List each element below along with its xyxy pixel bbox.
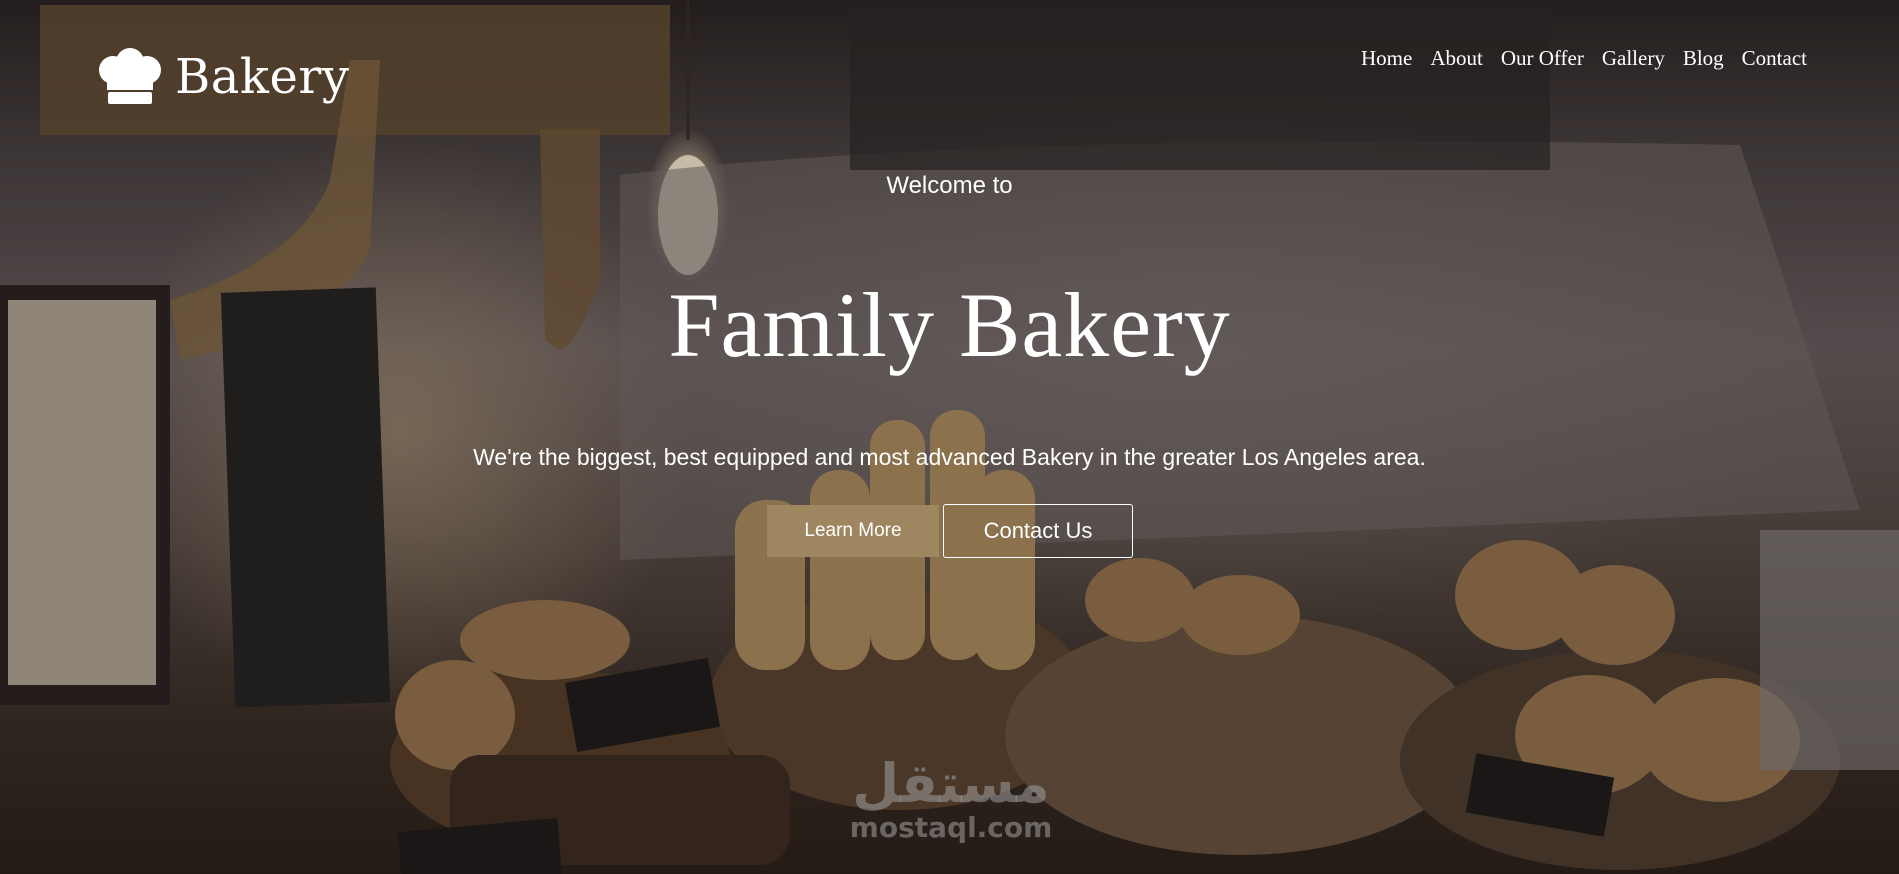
contact-us-button[interactable]: Contact Us: [943, 504, 1133, 558]
brand-logo[interactable]: Bakery: [95, 48, 349, 106]
background-overlay: [0, 0, 1899, 874]
hero-section: Bakery Home About Our Offer Gallery Blog…: [0, 0, 1899, 874]
nav-gallery[interactable]: Gallery: [1602, 46, 1665, 71]
hero-buttons: Learn More Contact Us: [767, 504, 1133, 558]
hero-subtitle: We're the biggest, best equipped and mos…: [473, 444, 1426, 470]
watermark: مستقل mostaql.com: [836, 755, 1066, 843]
watermark-arabic: مستقل: [852, 752, 1050, 815]
nav-about[interactable]: About: [1430, 46, 1483, 71]
nav-our-offer[interactable]: Our Offer: [1501, 46, 1584, 71]
nav-blog[interactable]: Blog: [1683, 46, 1724, 71]
brand-name: Bakery: [175, 49, 350, 105]
hero-welcome-text: Welcome to: [886, 172, 1013, 199]
main-nav: Home About Our Offer Gallery Blog Contac…: [1361, 46, 1807, 71]
learn-more-button[interactable]: Learn More: [767, 505, 939, 557]
hero-title: Family Bakery: [668, 274, 1231, 376]
watermark-latin: mostaql.com: [849, 811, 1053, 844]
chef-hat-icon: [99, 48, 161, 104]
nav-home[interactable]: Home: [1361, 46, 1412, 71]
nav-contact[interactable]: Contact: [1742, 46, 1807, 71]
